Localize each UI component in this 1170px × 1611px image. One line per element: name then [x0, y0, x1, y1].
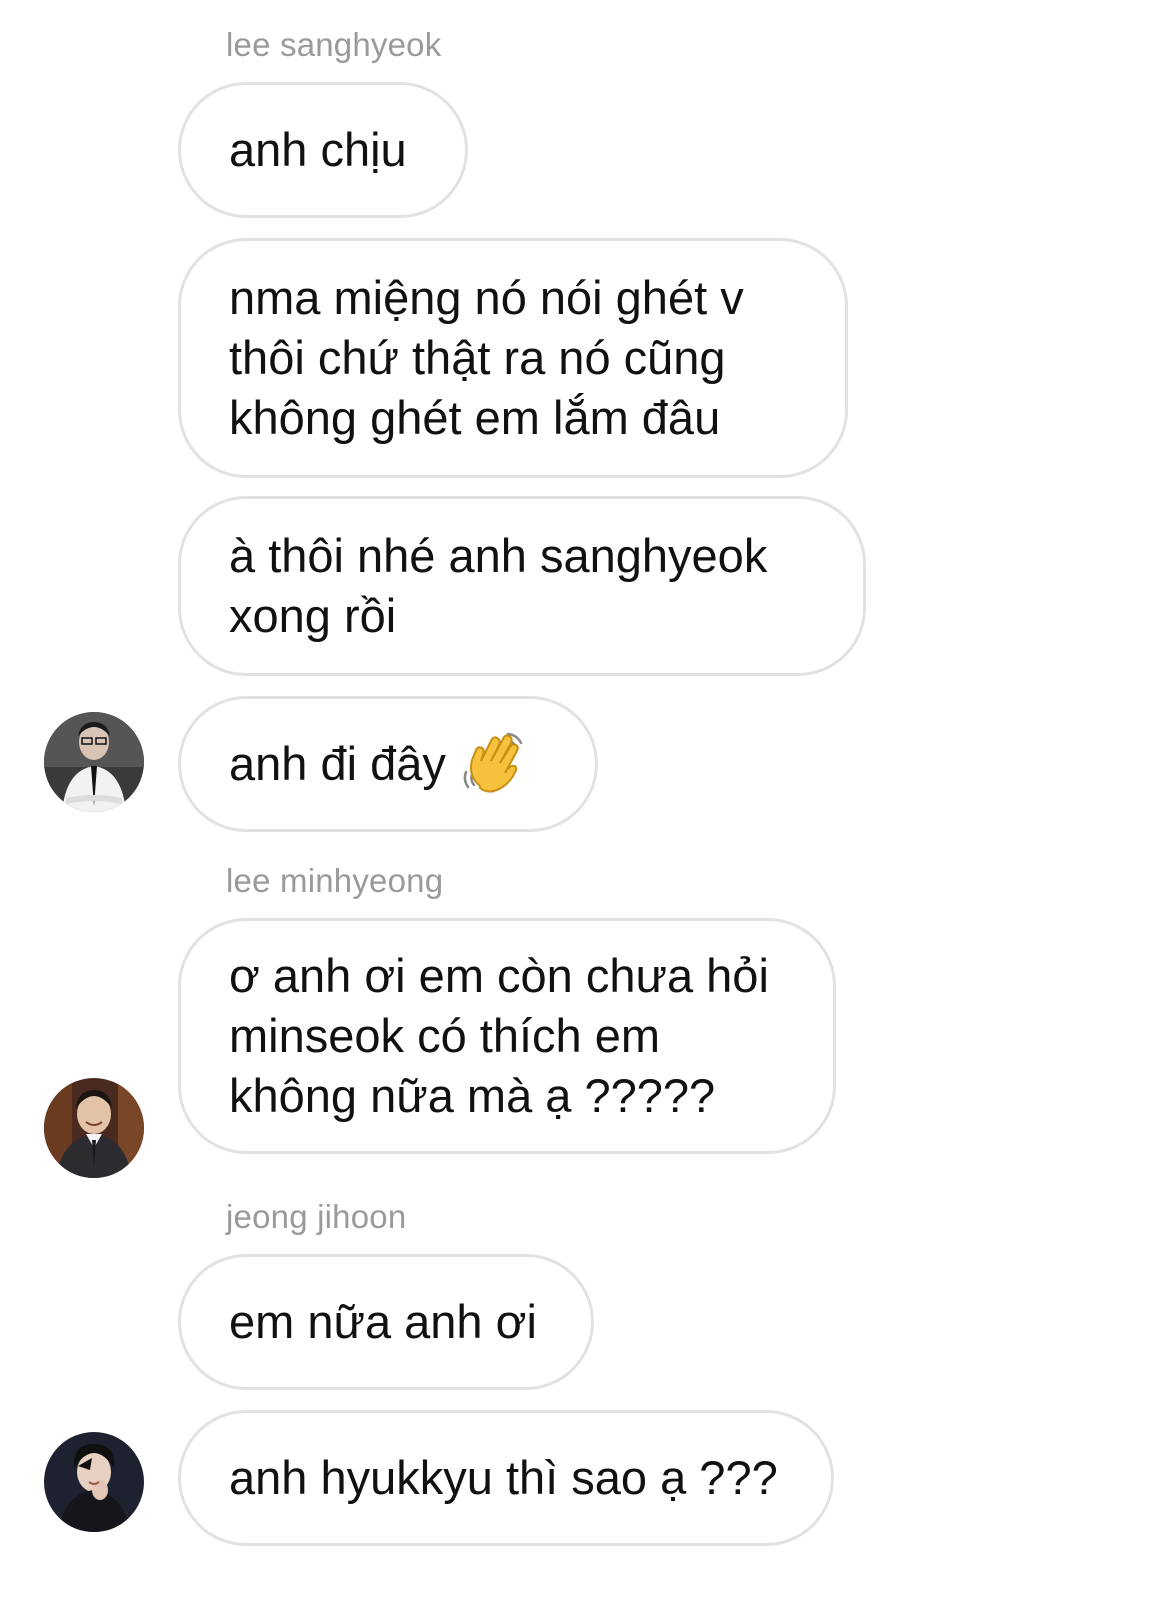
message-bubble[interactable]: à thôi nhé anh sanghyeok xong rồi: [178, 496, 866, 676]
sender-name: lee sanghyeok: [226, 26, 442, 63]
message-bubble[interactable]: ơ anh ơi em còn chưa hỏi minseok có thíc…: [178, 918, 836, 1154]
message-bubble[interactable]: nma miệng nó nói ghét v thôi chứ thật ra…: [178, 238, 848, 478]
sender-name: lee minhyeong: [226, 862, 444, 899]
message-text: em nữa anh ơi: [229, 1295, 537, 1348]
sender-name: jeong jihoon: [226, 1198, 407, 1235]
message-bubble[interactable]: em nữa anh ơi: [178, 1254, 594, 1390]
message-text: anh chịu: [229, 123, 407, 176]
message-text: à thôi nhé anh sanghyeok xong rồi: [229, 529, 768, 642]
message-bubble[interactable]: anh chịu: [178, 82, 468, 218]
message-text: anh hyukkyu thì sao ạ ???: [229, 1451, 778, 1504]
message-text: ơ anh ơi em còn chưa hỏi minseok có thíc…: [229, 949, 769, 1122]
avatar[interactable]: [44, 1078, 144, 1178]
waving-hand-icon: [460, 728, 528, 801]
message-bubble[interactable]: anh đi đây: [178, 696, 598, 832]
message-text: nma miệng nó nói ghét v thôi chứ thật ra…: [229, 271, 744, 444]
avatar[interactable]: [44, 1432, 144, 1532]
message-text: anh đi đây: [229, 737, 446, 790]
avatar[interactable]: [44, 712, 144, 812]
message-bubble[interactable]: anh hyukkyu thì sao ạ ???: [178, 1410, 834, 1546]
